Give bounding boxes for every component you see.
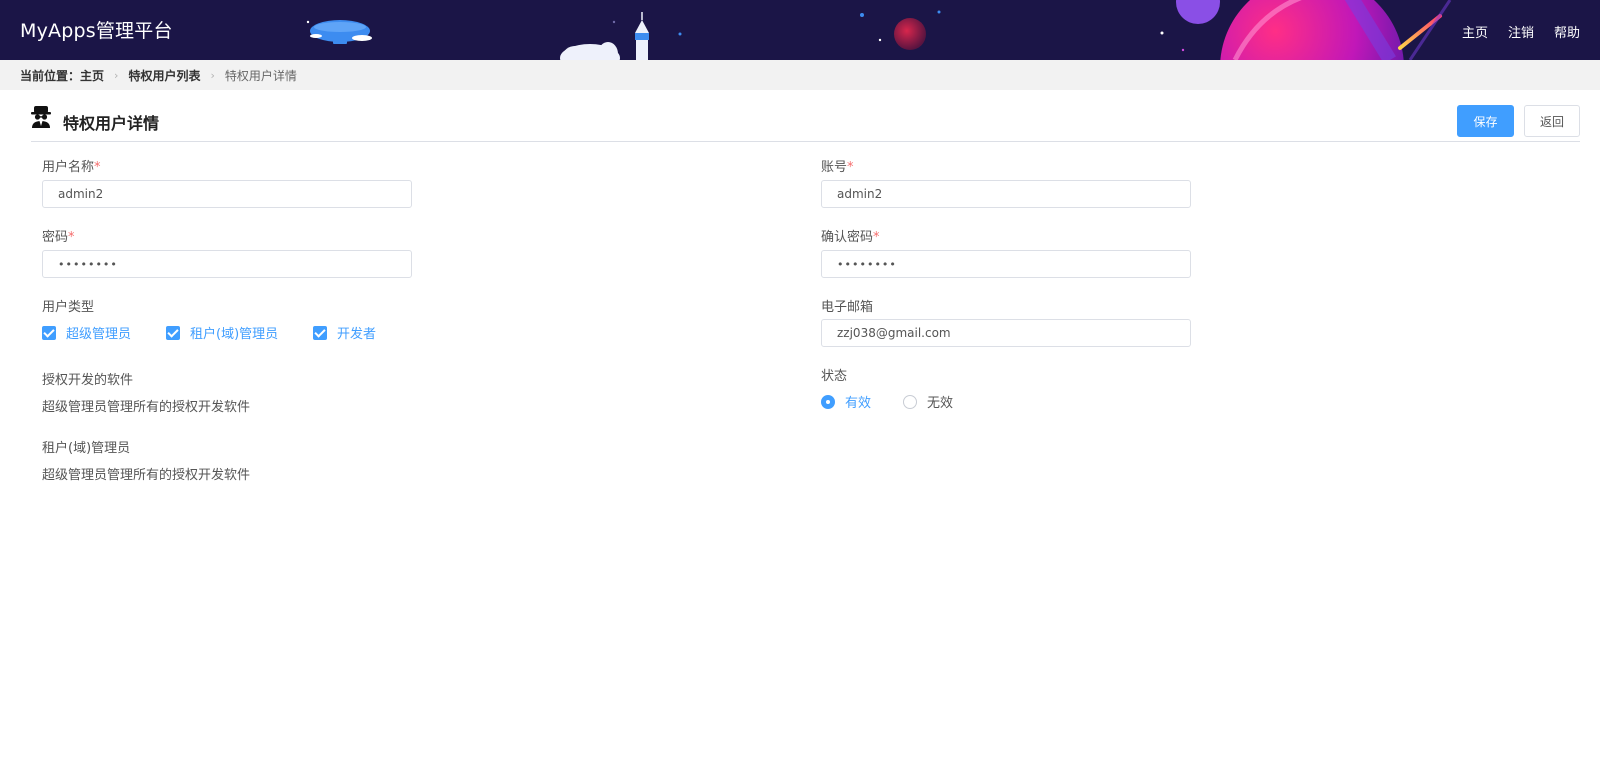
radio-valid[interactable]: 有效 (821, 392, 871, 411)
chevron-right-icon: › (210, 68, 215, 82)
account-label-text: 账号 (821, 160, 848, 175)
checkbox-super-admin[interactable]: 超级管理员 (42, 323, 131, 342)
username-label-text: 用户名称 (42, 160, 95, 175)
breadcrumb-home[interactable]: 主页 (80, 67, 104, 84)
checkbox-checked-icon[interactable] (42, 325, 56, 340)
nav-logout[interactable]: 注销 (1508, 22, 1534, 41)
checkbox-checked-icon[interactable] (313, 325, 327, 340)
checkbox-label: 开发者 (337, 327, 377, 342)
email-label: 电子邮箱 (821, 300, 874, 315)
confirm-password-label-text: 确认密码 (821, 230, 874, 245)
authorized-software-value: 超级管理员管理所有的授权开发软件 (42, 400, 251, 415)
required-mark: * (873, 230, 880, 245)
radio-selected-icon[interactable] (821, 394, 835, 409)
radio-label: 无效 (927, 396, 954, 411)
username-input[interactable]: admin2 (42, 180, 412, 208)
top-nav: 主页 注销 帮助 (1462, 22, 1580, 41)
breadcrumb-current: 特权用户详情 (224, 68, 297, 83)
email-input[interactable]: zzj038@gmail.com (821, 319, 1191, 347)
password-label: 密码* (42, 226, 75, 245)
checkbox-label: 租户(域)管理员 (190, 327, 279, 342)
blimp-icon (306, 20, 372, 44)
radio-unselected-icon[interactable] (903, 394, 917, 409)
save-button[interactable]: 保存 (1457, 105, 1514, 137)
spy-user-icon (31, 106, 51, 128)
tenant-admin-label: 租户(域)管理员 (42, 441, 131, 456)
user-detail-form: 用户名称* admin2 密码* •••••••• 用户类型 超级管理员 租户(… (0, 142, 1600, 722)
breadcrumb-prefix: 当前位置： (20, 68, 81, 83)
required-mark: * (847, 160, 854, 175)
password-label-text: 密码 (42, 230, 69, 245)
checkbox-label: 超级管理员 (66, 327, 132, 342)
authorized-software-label: 授权开发的软件 (42, 373, 134, 388)
username-label: 用户名称* (42, 156, 101, 175)
checkbox-checked-icon[interactable] (166, 325, 180, 340)
breadcrumb-user-list[interactable]: 特权用户列表 (128, 67, 200, 84)
password-input[interactable]: •••••••• (42, 250, 412, 278)
lighthouse-icon (560, 12, 649, 60)
page-header: 特权用户详情 保存 返回 (31, 90, 1580, 142)
account-input[interactable]: admin2 (821, 180, 1191, 208)
page-title: 特权用户详情 (63, 114, 160, 133)
radio-label: 有效 (845, 396, 872, 411)
radio-invalid[interactable]: 无效 (903, 392, 953, 411)
required-mark: * (68, 230, 75, 245)
account-label: 账号* (821, 156, 854, 175)
checkbox-developer[interactable]: 开发者 (313, 323, 376, 342)
user-type-label: 用户类型 (42, 300, 95, 315)
back-button[interactable]: 返回 (1524, 105, 1580, 137)
status-label: 状态 (821, 369, 848, 384)
breadcrumb: 当前位置： 主页 › 特权用户列表 › 特权用户详情 (0, 60, 1600, 90)
tenant-admin-value: 超级管理员管理所有的授权开发软件 (42, 468, 251, 483)
checkbox-tenant-admin[interactable]: 租户(域)管理员 (166, 323, 278, 342)
header-illustration (306, 0, 1452, 60)
required-mark: * (94, 160, 101, 175)
confirm-password-input[interactable]: •••••••• (821, 250, 1191, 278)
chevron-right-icon: › (114, 68, 119, 82)
nav-home[interactable]: 主页 (1462, 22, 1488, 41)
planet-icon (894, 0, 1452, 60)
top-header: MyApps管理平台 主页 注销 帮助 (0, 0, 1600, 60)
nav-help[interactable]: 帮助 (1554, 22, 1580, 41)
confirm-password-label: 确认密码* (821, 226, 880, 245)
